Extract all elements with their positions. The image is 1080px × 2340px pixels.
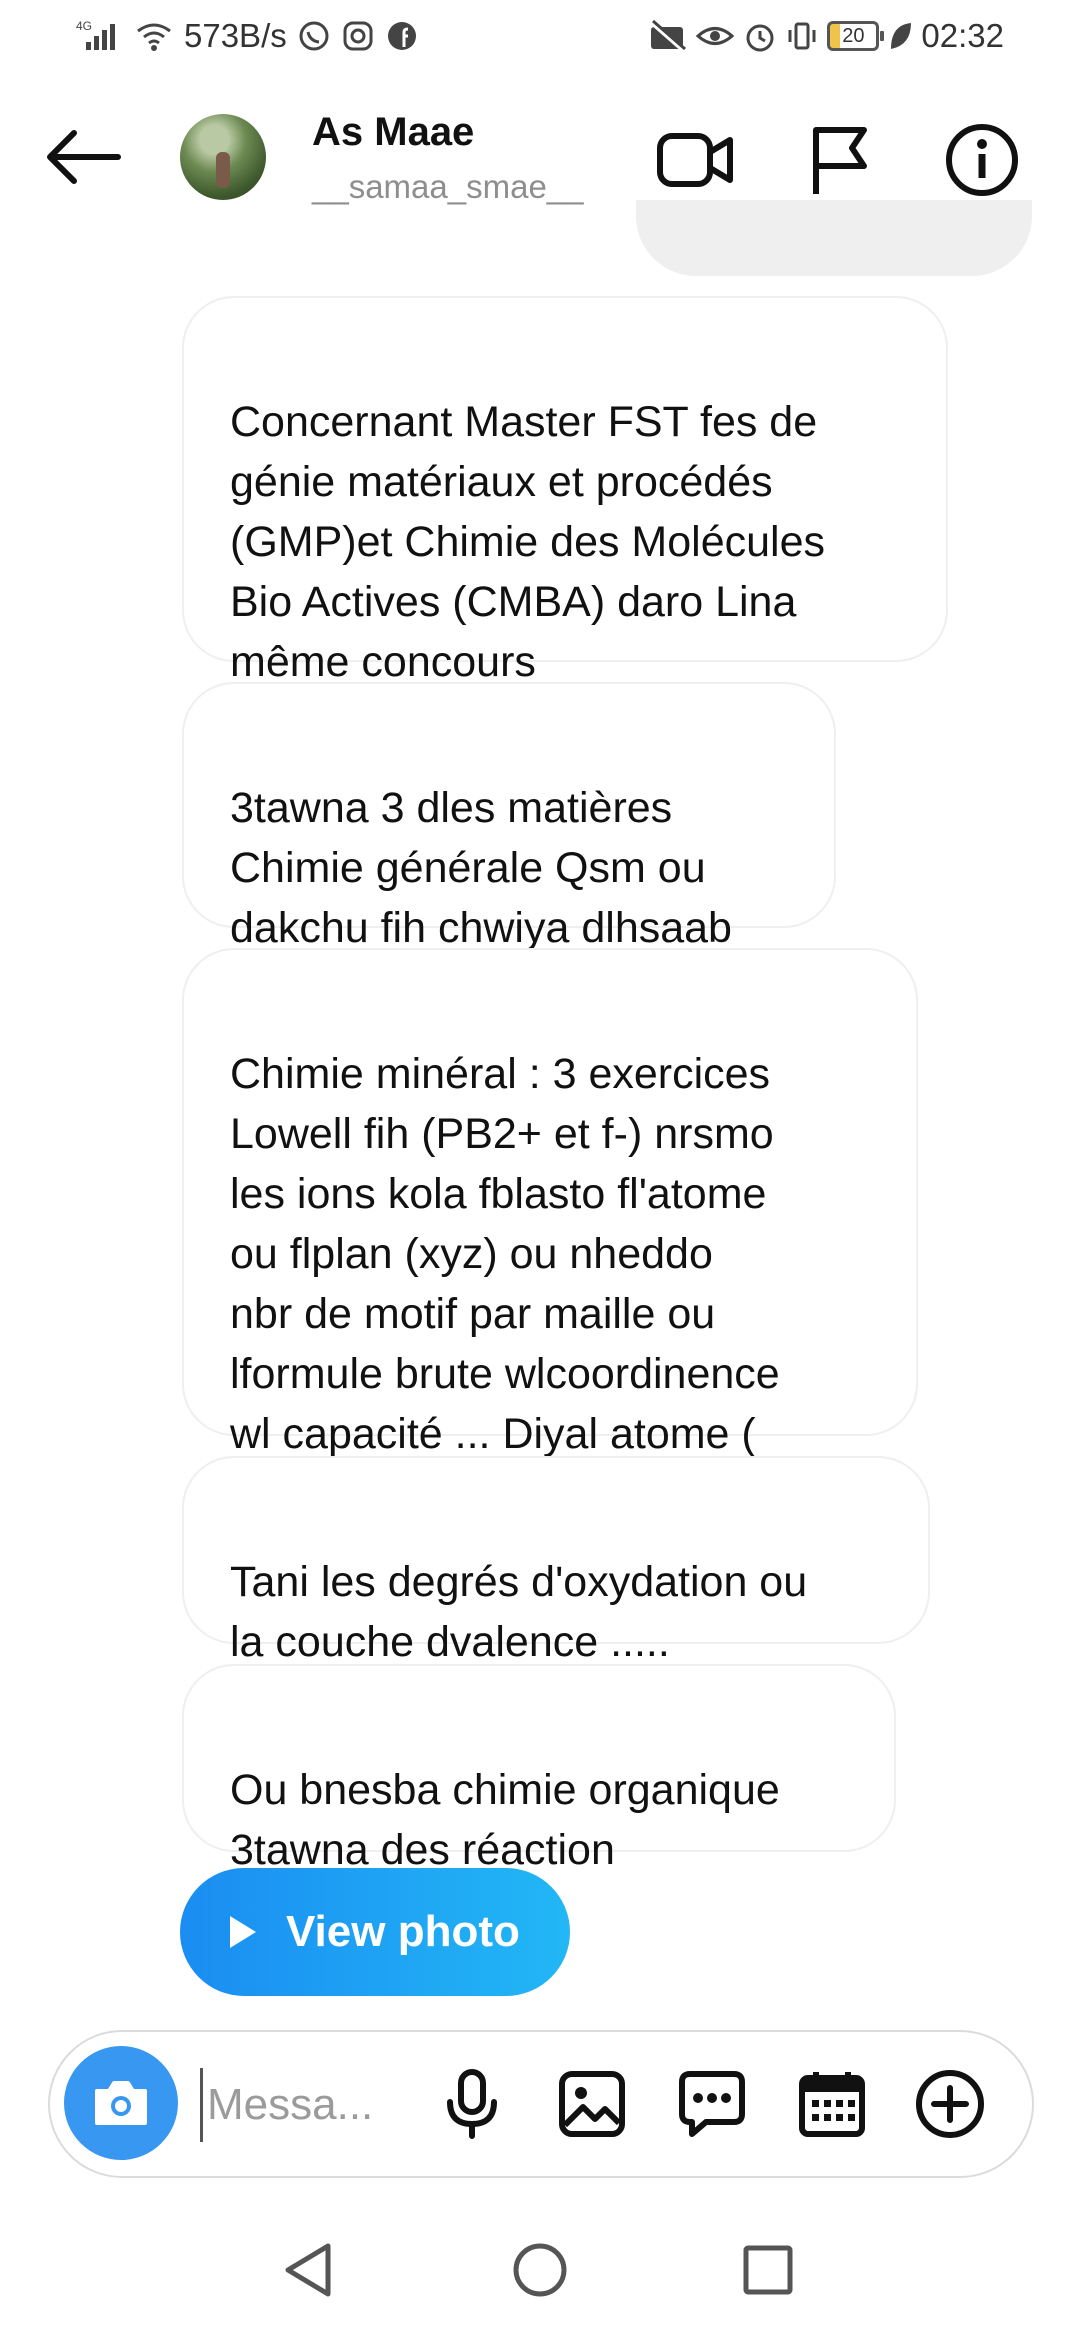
microphone-icon xyxy=(447,2069,497,2139)
battery-icon: 20 xyxy=(827,21,885,51)
alarm-icon xyxy=(743,19,777,53)
gallery-icon xyxy=(559,2071,625,2137)
message-text: Chimie minéral : 3 exercices Lowell fih … xyxy=(230,1050,780,1458)
whatsapp-icon xyxy=(297,19,331,53)
eye-icon xyxy=(695,19,735,53)
signal-icon: 4G xyxy=(76,18,124,54)
info-button[interactable] xyxy=(942,120,1022,200)
vibrate-icon xyxy=(785,19,819,53)
message-text: Concernant Master FST fes de génie matér… xyxy=(230,398,826,686)
nav-back-button[interactable] xyxy=(268,2230,348,2310)
message-composer xyxy=(48,2030,1034,2178)
contact-name[interactable]: As Maae xyxy=(312,110,474,155)
previous-message-bubble[interactable] xyxy=(636,200,1032,276)
back-arrow-icon xyxy=(47,130,121,184)
instagram-icon xyxy=(341,19,375,53)
message-bubble[interactable]: Tani les degrés d'oxydation ou la couche… xyxy=(182,1456,930,1666)
wifi-icon xyxy=(134,19,174,53)
message-text: 3tawna 3 dles matières Chimie générale Q… xyxy=(230,784,732,952)
network-speed: 573B/s xyxy=(184,17,287,54)
view-photo-label: View photo xyxy=(286,1907,520,1956)
calendar-icon xyxy=(799,2072,865,2137)
clock-time: 02:32 xyxy=(921,17,1004,54)
video-call-icon xyxy=(657,133,733,187)
leaf-icon xyxy=(887,19,913,53)
info-icon xyxy=(946,124,1018,196)
message-text: Ou bnesba chimie organique 3tawna des ré… xyxy=(230,1766,780,1874)
plus-icon xyxy=(916,2070,984,2138)
flag-icon xyxy=(813,127,867,194)
avatar[interactable] xyxy=(180,114,266,200)
play-icon xyxy=(230,1916,256,1948)
video-call-button[interactable] xyxy=(656,120,736,200)
message-text: Tani les degrés d'oxydation ou la couche… xyxy=(230,1558,808,1666)
svg-text:4G: 4G xyxy=(76,19,92,33)
more-options-button[interactable] xyxy=(908,2062,992,2146)
sticker-icon xyxy=(679,2071,745,2137)
back-button[interactable] xyxy=(40,122,130,192)
message-bubble[interactable]: Chimie minéral : 3 exercices Lowell fih … xyxy=(182,948,918,1458)
circle-home-icon xyxy=(513,2243,567,2297)
camera-off-icon xyxy=(647,19,687,53)
view-photo-button[interactable]: View photo xyxy=(180,1868,570,1996)
report-button[interactable] xyxy=(800,120,880,200)
square-recents-icon xyxy=(743,2245,793,2295)
system-navigation-bar xyxy=(0,2200,1080,2340)
gallery-button[interactable] xyxy=(550,2062,634,2146)
triangle-back-icon xyxy=(285,2243,331,2297)
nav-home-button[interactable] xyxy=(500,2230,580,2310)
schedule-button[interactable] xyxy=(790,2062,874,2146)
message-bubble[interactable]: 3tawna 3 dles matières Chimie générale Q… xyxy=(182,682,836,952)
sticker-button[interactable] xyxy=(670,2062,754,2146)
camera-icon xyxy=(95,2081,147,2125)
voice-message-button[interactable] xyxy=(430,2062,514,2146)
facebook-icon xyxy=(385,19,419,53)
status-bar: 4G 573B/s 20 02:32 xyxy=(0,0,1080,72)
nav-recents-button[interactable] xyxy=(728,2230,808,2310)
message-bubble[interactable]: Ou bnesba chimie organique 3tawna des ré… xyxy=(182,1664,896,1874)
contact-username[interactable]: __samaa_smae__ xyxy=(312,168,584,206)
message-bubble[interactable]: Concernant Master FST fes de génie matér… xyxy=(182,296,948,686)
camera-button[interactable] xyxy=(64,2046,178,2160)
message-input[interactable] xyxy=(200,2068,389,2142)
